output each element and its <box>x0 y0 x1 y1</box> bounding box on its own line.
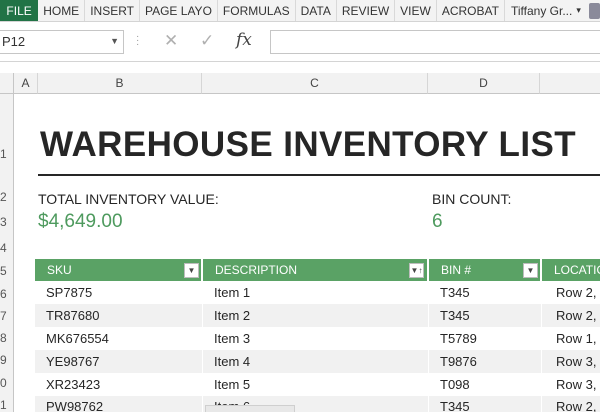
filter-dropdown-icon[interactable]: ▼ <box>184 263 199 278</box>
header-description[interactable]: DESCRIPTION <box>203 259 427 281</box>
table-row <box>35 350 600 373</box>
row-header[interactable]: 0 <box>0 376 12 390</box>
tab-acrobat[interactable]: ACROBAT <box>437 0 505 21</box>
total-inventory-label[interactable]: TOTAL INVENTORY VALUE: <box>38 191 219 207</box>
cell-location[interactable]: Row 1, S <box>556 331 600 346</box>
spacer <box>0 62 600 73</box>
column-header-c[interactable]: C <box>202 73 428 94</box>
row-header[interactable]: 4 <box>0 241 12 255</box>
cell-bin[interactable]: T9876 <box>440 354 477 369</box>
header-divider <box>427 259 429 281</box>
bin-count-label[interactable]: BIN COUNT: <box>432 191 511 207</box>
chevron-down-icon[interactable]: ▼ <box>110 36 119 46</box>
row-header[interactable]: 2 <box>0 190 12 204</box>
title-underline <box>38 174 600 176</box>
cell-location[interactable]: Row 2, S <box>556 308 600 323</box>
user-name: Tiffany Gr... <box>510 3 573 18</box>
total-inventory-value[interactable]: $4,649.00 <box>38 211 123 233</box>
column-header-d[interactable]: D <box>428 73 540 94</box>
select-all-corner[interactable] <box>0 73 14 94</box>
user-account-menu[interactable]: Tiffany Gr... ▾ <box>505 0 587 21</box>
column-divider <box>428 281 429 412</box>
cell-bin[interactable]: T345 <box>440 399 470 412</box>
cell-sku[interactable]: TR87680 <box>46 308 99 323</box>
table-row <box>35 396 600 412</box>
row-header[interactable]: 9 <box>0 353 12 367</box>
sheet-title[interactable]: WAREHOUSE INVENTORY LIST <box>40 125 576 165</box>
row-header[interactable]: 7 <box>0 309 12 323</box>
header-sku[interactable]: SKU <box>35 259 202 281</box>
column-divider <box>202 281 203 412</box>
sheet-tab[interactable] <box>205 405 295 412</box>
cell-bin[interactable]: T345 <box>440 308 470 323</box>
cell-sku[interactable]: YE98767 <box>46 354 100 369</box>
cell-location[interactable]: Row 2, S <box>556 399 600 412</box>
cell-bin[interactable]: T345 <box>440 285 470 300</box>
table-row <box>35 373 600 396</box>
cell-bin[interactable]: T5789 <box>440 331 477 346</box>
header-divider <box>540 259 542 281</box>
bin-count-value[interactable]: 6 <box>432 211 443 233</box>
cell-bin[interactable]: T098 <box>440 377 470 392</box>
name-box-value: P12 <box>2 34 26 49</box>
formula-bar: P12 ▼ · · · ✕ ✓ fx <box>0 22 600 62</box>
cell-description[interactable]: Item 3 <box>214 331 250 346</box>
column-divider <box>541 281 542 412</box>
tab-formulas[interactable]: FORMULAS <box>218 0 296 21</box>
row-header[interactable]: 8 <box>0 331 12 345</box>
row-header[interactable]: 1 <box>0 147 12 161</box>
cell-location[interactable]: Row 2, S <box>556 285 600 300</box>
cell-description[interactable]: Item 2 <box>214 308 250 323</box>
cell-sku[interactable]: PW98762 <box>46 399 103 412</box>
name-box[interactable]: P12 ▼ <box>0 30 124 54</box>
row-header[interactable]: 5 <box>0 264 12 278</box>
enter-check-icon[interactable]: ✓ <box>200 31 214 51</box>
header-divider <box>201 259 203 281</box>
table-row <box>35 281 600 304</box>
tab-page-layout[interactable]: PAGE LAYO <box>140 0 218 21</box>
filter-dropdown-icon[interactable]: ▼ <box>523 263 538 278</box>
cell-description[interactable]: Item 1 <box>214 285 250 300</box>
tab-data[interactable]: DATA <box>296 0 337 21</box>
cell-location[interactable]: Row 3, S <box>556 377 600 392</box>
cell-location[interactable]: Row 3, S <box>556 354 600 369</box>
ribbon-tab-bar: FILE HOME INSERT PAGE LAYO FORMULAS DATA… <box>0 0 600 22</box>
table-row <box>35 304 600 327</box>
cell-sku[interactable]: XR23423 <box>46 377 100 392</box>
cell-description[interactable]: Item 4 <box>214 354 250 369</box>
formula-input[interactable] <box>270 30 600 54</box>
column-header-a[interactable]: A <box>14 73 38 94</box>
avatar[interactable] <box>588 2 600 19</box>
resize-handle-icon[interactable]: · · · <box>136 32 140 50</box>
column-header-e[interactable] <box>540 73 600 94</box>
tab-view[interactable]: VIEW <box>395 0 437 21</box>
row-header[interactable]: 1 <box>0 398 12 412</box>
cell-sku[interactable]: SP7875 <box>46 285 92 300</box>
sort-filter-icon[interactable]: ▼↑ <box>409 263 424 278</box>
row-header[interactable]: 3 <box>0 215 12 229</box>
header-location[interactable]: LOCATIO <box>542 259 600 281</box>
chevron-down-icon: ▾ <box>576 5 581 15</box>
tab-home[interactable]: HOME <box>38 0 86 21</box>
column-header-b[interactable]: B <box>38 73 202 94</box>
row-header[interactable]: 6 <box>0 287 12 301</box>
table-row <box>35 327 600 350</box>
tab-review[interactable]: REVIEW <box>337 0 396 21</box>
tab-insert[interactable]: INSERT <box>85 0 140 21</box>
cell-sku[interactable]: MK676554 <box>46 331 109 346</box>
cancel-icon[interactable]: ✕ <box>164 31 178 51</box>
cell-description[interactable]: Item 5 <box>214 377 250 392</box>
insert-function-icon[interactable]: fx <box>236 30 252 50</box>
tab-file[interactable]: FILE <box>0 0 39 21</box>
